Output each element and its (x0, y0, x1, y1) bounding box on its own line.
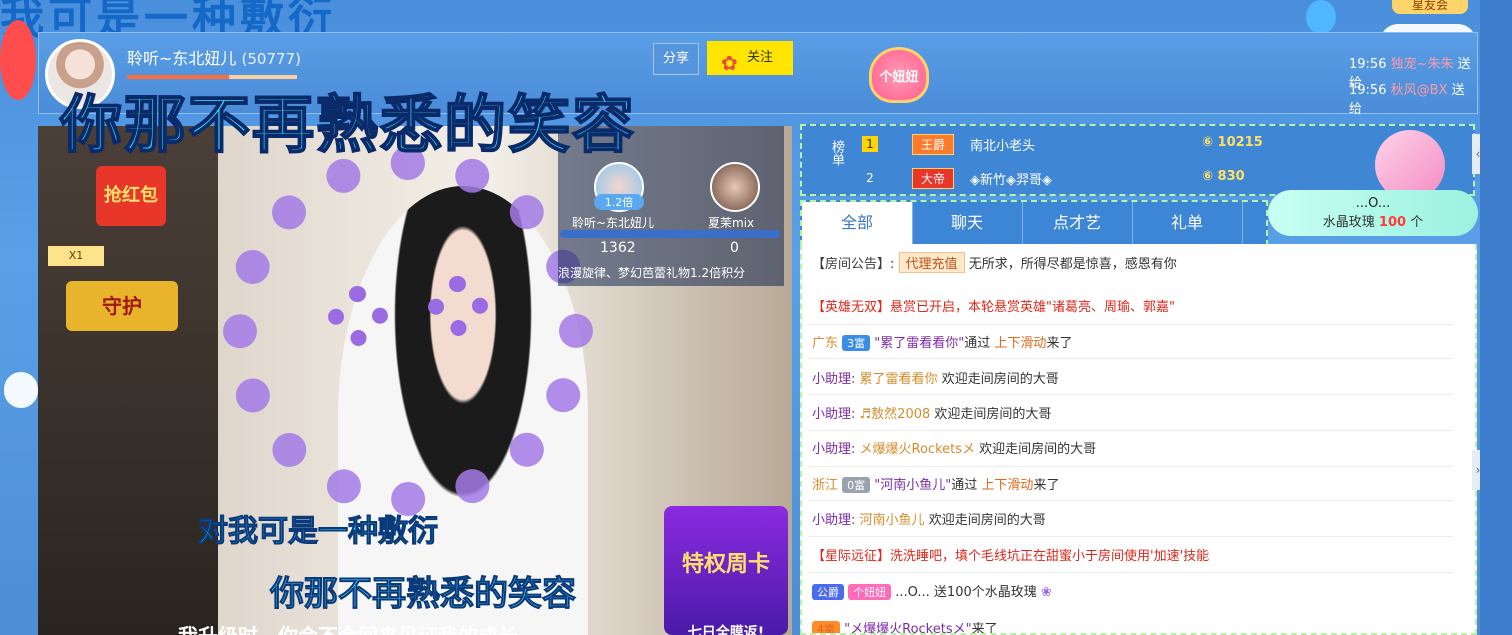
lyric-line: 我升级时，你会不会回来见证我的成长 (178, 620, 518, 635)
top-badge[interactable]: 星友会 (1392, 0, 1468, 14)
pk-multiplier: 1.2倍 (594, 194, 644, 210)
rank-coins: ⑥ 830 (1202, 169, 1245, 184)
balloon-decoration (0, 20, 36, 100)
live-video[interactable]: 抢红包 X1 守护 对我可是一种敷衍 你那不再熟悉的笑容 我升级时，你会不会回来… (38, 126, 792, 635)
chat-username[interactable]: 累了雷看看你 (860, 372, 938, 387)
weekly-card-title: 特权周卡 (681, 552, 770, 577)
pk-right-score: 0 (730, 240, 739, 256)
chat-message: 小助理: 河南小鱼儿 欢迎走间房间的大哥 (812, 513, 1046, 528)
weekly-card-promo[interactable]: 特权周卡 七日全膜返! (664, 506, 788, 635)
smiley-eye (328, 286, 388, 346)
tab-chat[interactable]: 聊天 (912, 202, 1023, 244)
red-packet-count: X1 (48, 246, 104, 266)
rose-text: 水晶玫瑰 100 个 (1322, 215, 1424, 230)
follow-button[interactable]: ✿ 关注 (707, 41, 793, 75)
gift-user[interactable]: 独宠~朱朱 (1391, 57, 1454, 72)
smiley-effect (223, 146, 593, 516)
chat-message: 小助理: ♬敖然2008 欢迎走间房间的大哥 (812, 407, 1052, 422)
pk-note: 浪漫旋律、梦幻芭蕾礼物1.2倍积分 (558, 266, 746, 280)
chat-username[interactable]: ...O... (895, 585, 930, 600)
chat-message: 浙江 0富 "河南小鱼儿"通过 上下滑动来了 (812, 477, 1060, 493)
red-packet-badge[interactable]: 抢红包 (96, 166, 166, 226)
weekly-card-subtitle: 七日全膜返! (687, 625, 765, 635)
rank-row[interactable]: 1 王爵 南北小老头 ⑥ 10215 (862, 130, 1462, 160)
lyric-line: 你那不再熟悉的笑容 (270, 574, 577, 615)
streamer-id: (50777) (241, 50, 301, 68)
rank-user: 南北小老头 (970, 139, 1036, 154)
gift-user[interactable]: 秋风@BX (1391, 83, 1448, 98)
rose-icon: ❀ (1040, 585, 1052, 600)
rose-gift-banner[interactable]: ...O... 水晶玫瑰 100 个 (1268, 190, 1478, 236)
chat-message: 4富 "メ爆爆火Rocketsメ"来了 (812, 618, 1452, 633)
rank-number: 1 (862, 136, 878, 152)
hero-message: 【英雄无双】悬赏已开启，本轮悬赏英雄"诸葛亮、周瑜、郭嘉" (812, 300, 1175, 315)
gift-message: 公爵 个妞妞 ...O... 送100个水晶玫瑰 ❀ (812, 581, 1452, 600)
tab-gift-list[interactable]: 礼单 (1132, 202, 1243, 244)
pk-right-name: 夏茉mix (708, 216, 755, 230)
gift-feed-item: 19:56 秋风@BX 送给 (1349, 79, 1477, 117)
chat-log[interactable]: 【房间公告】: 代理充值 无所求，所得尽都是惊喜，感恩有你 【英雄无双】悬赏已开… (800, 244, 1477, 635)
balloon-decoration (1306, 0, 1336, 34)
follow-label: 关注 (747, 50, 774, 65)
chat-username[interactable]: "累了雷看看你" (874, 336, 964, 351)
star-expedition-message: 【星际远征】洗洗睡吧，填个毛线坑正在甜蜜小于房间使用'加速'技能 (812, 549, 1210, 564)
gift-time: 19:56 (1349, 57, 1387, 72)
pk-left-name: 聆听~东北妞儿 (572, 216, 655, 230)
streamer-name-row: 聆听~东北妞儿 (50777) (127, 45, 301, 69)
tab-all[interactable]: 全部 (802, 202, 913, 244)
pk-left-score: 1362 (600, 240, 636, 256)
rank-panel: 榜单 1 王爵 南北小老头 ⑥ 10215 2 大帝 ◈新竹◈羿哥◈ ⑥ 830 (800, 124, 1475, 196)
fan-badge[interactable]: 个妞妞 (869, 47, 929, 103)
room-notice: 【房间公告】: 代理充值 无所求，所得尽都是惊喜，感恩有你 (812, 252, 1452, 273)
chat-message: 小助理: メ爆爆火Rocketsメ 欢迎走间房间的大哥 (812, 442, 1097, 457)
cloud-decoration (4, 372, 38, 408)
chat-username[interactable]: 河南小鱼儿 (860, 513, 925, 528)
streamer-name: 聆听~东北妞儿 (127, 49, 237, 68)
smiley-eye (428, 276, 488, 336)
rose-user: ...O... (1355, 196, 1391, 211)
lyric-line: 对我可是一种敷衍 (198, 514, 439, 550)
chat-message: 小助理: 累了雷看看你 欢迎走间房间的大哥 (812, 372, 1059, 387)
rank-title-badge: 大帝 (912, 168, 955, 189)
lyric-overlay: 你那不再熟悉的笑容 (59, 87, 637, 162)
pk-progress-bar (560, 230, 780, 238)
chat-username[interactable]: "河南小鱼儿" (874, 478, 951, 493)
guard-badge[interactable]: 守护 (66, 281, 178, 331)
chat-tabs: 全部 聊天 点才艺 礼单 (800, 200, 1268, 246)
rank-number: 2 (866, 171, 874, 185)
chat-message: 广东 3富 "累了雷看看你"通过 上下滑动来了 (812, 335, 1073, 351)
tab-talent[interactable]: 点才艺 (1022, 202, 1133, 244)
chat-username[interactable]: メ爆爆火Rocketsメ (860, 442, 975, 457)
rank-title-badge: 王爵 (912, 134, 955, 155)
notice-tag[interactable]: 代理充值 (898, 252, 965, 273)
flower-icon: ✿ (721, 51, 738, 75)
chat-username[interactable]: ♬敖然2008 (860, 407, 931, 422)
right-sidebar (1480, 0, 1512, 635)
rank-side-label: 榜单 (829, 140, 844, 166)
pk-right-avatar[interactable] (710, 162, 760, 212)
rank-user: ◈新竹◈羿哥◈ (970, 173, 1052, 188)
chat-username[interactable]: "メ爆爆火Rocketsメ" (844, 622, 971, 633)
share-button[interactable]: 分享 (653, 43, 699, 75)
rank-coins: ⑥ 10215 (1202, 135, 1263, 150)
gift-time: 19:56 (1349, 83, 1387, 98)
